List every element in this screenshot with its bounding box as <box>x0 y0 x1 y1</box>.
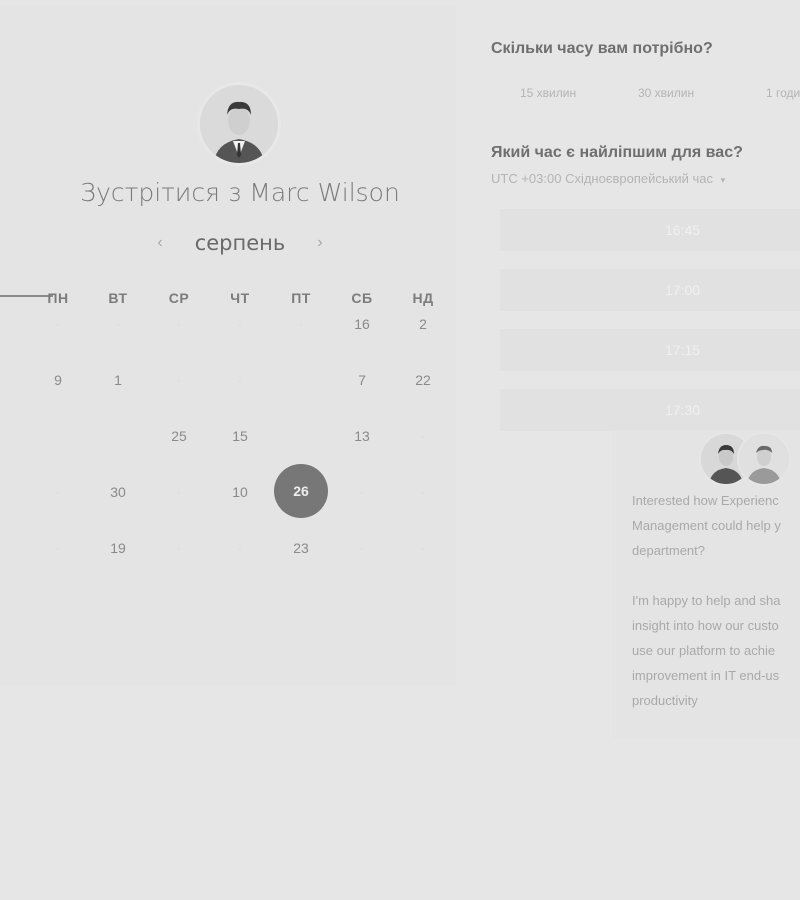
calendar-day: · <box>420 428 426 444</box>
calendar-day: · <box>115 316 121 332</box>
duration-option-30[interactable]: 30 хвилин <box>638 80 694 106</box>
calendar-day[interactable]: 7 <box>337 368 387 392</box>
duration-question: Скільки часу вам потрібно? <box>491 40 713 57</box>
calendar-day: · <box>237 540 243 556</box>
person-avatar-2 <box>739 434 789 484</box>
calendar-day[interactable]: 15 <box>215 424 265 448</box>
host-avatar <box>200 85 278 163</box>
calendar-day: · <box>176 484 182 500</box>
calendar-day: · <box>176 372 182 388</box>
calendar-day[interactable]: 19 <box>93 536 143 560</box>
calendar-day[interactable]: 30 <box>93 480 143 504</box>
calendar-day: · <box>176 540 182 556</box>
weekday-mon: ПН <box>47 290 69 306</box>
weekday-sun: НД <box>412 290 434 306</box>
calendar-day[interactable]: 22 <box>398 368 448 392</box>
timezone-label: UTC +03:00 Східноєвропейський час <box>491 171 713 186</box>
info-line: insight into how our custo <box>632 618 779 633</box>
info-line: department? <box>632 543 705 558</box>
info-line: Interested how Experienc <box>632 493 779 508</box>
calendar-day[interactable]: 13 <box>337 424 387 448</box>
caret-down-icon: ▾ <box>720 175 726 185</box>
timezone-select[interactable]: UTC +03:00 Східноєвропейський час ▾ <box>491 171 725 186</box>
calendar-day: · <box>359 540 365 556</box>
calendar-day-selected[interactable]: 26 <box>274 464 328 518</box>
time-slot[interactable]: 17:00 <box>500 269 800 311</box>
weekday-sat: СБ <box>351 290 373 306</box>
weekday-thu: ЧТ <box>230 290 250 306</box>
info-line: use our platform to achie <box>632 643 776 658</box>
chevron-right-icon[interactable]: › <box>310 234 330 252</box>
calendar-day[interactable]: 2 <box>398 312 448 336</box>
calendar-day[interactable]: 9 <box>33 368 83 392</box>
calendar-day[interactable]: 10 <box>215 480 265 504</box>
info-line: Management could help y <box>632 518 781 533</box>
time-question: Який час є найліпшим для вас? <box>491 144 743 161</box>
duration-option-15[interactable]: 15 хвилин <box>520 80 576 106</box>
time-slot[interactable]: 16:45 <box>500 209 800 251</box>
calendar-day: · <box>55 540 61 556</box>
calendar-day: · <box>420 484 426 500</box>
weekday-fri: ПТ <box>291 290 311 306</box>
time-slot[interactable]: 17:30 <box>500 389 800 431</box>
weekday-header: ПН ВТ СР ЧТ ПТ СБ НД <box>0 290 456 310</box>
calendar-day: · <box>55 316 61 332</box>
info-line: I'm happy to help and sha <box>632 593 781 608</box>
calendar-day: · <box>55 484 61 500</box>
month-label: серпень <box>194 231 286 255</box>
month-navigation: ‹ серпень › <box>150 228 330 258</box>
weekday-tue: ВТ <box>108 290 128 306</box>
weekday-wed: СР <box>168 290 190 306</box>
calendar-day: · <box>237 316 243 332</box>
info-line: productivity <box>632 693 698 708</box>
calendar-day: · <box>359 484 365 500</box>
info-line: improvement in IT end-us <box>632 668 780 683</box>
calendar-day: · <box>420 540 426 556</box>
calendar-day: · <box>237 372 243 388</box>
duration-options: 15 хвилин 30 хвилин 1 годи <box>491 80 800 106</box>
calendar-day: · <box>176 316 182 332</box>
calendar-day[interactable]: 16 <box>337 312 387 336</box>
time-slot[interactable]: 17:15 <box>500 329 800 371</box>
calendar-day: · <box>298 316 304 332</box>
calendar-day[interactable]: 23 <box>276 536 326 560</box>
calendar-day[interactable]: 1 <box>93 368 143 392</box>
meeting-title: Зустрітися з Marc Wilson <box>80 178 400 207</box>
duration-option-60[interactable]: 1 годи <box>766 80 800 106</box>
chevron-left-icon[interactable]: ‹ <box>150 234 170 252</box>
calendar-day[interactable]: 25 <box>154 424 204 448</box>
